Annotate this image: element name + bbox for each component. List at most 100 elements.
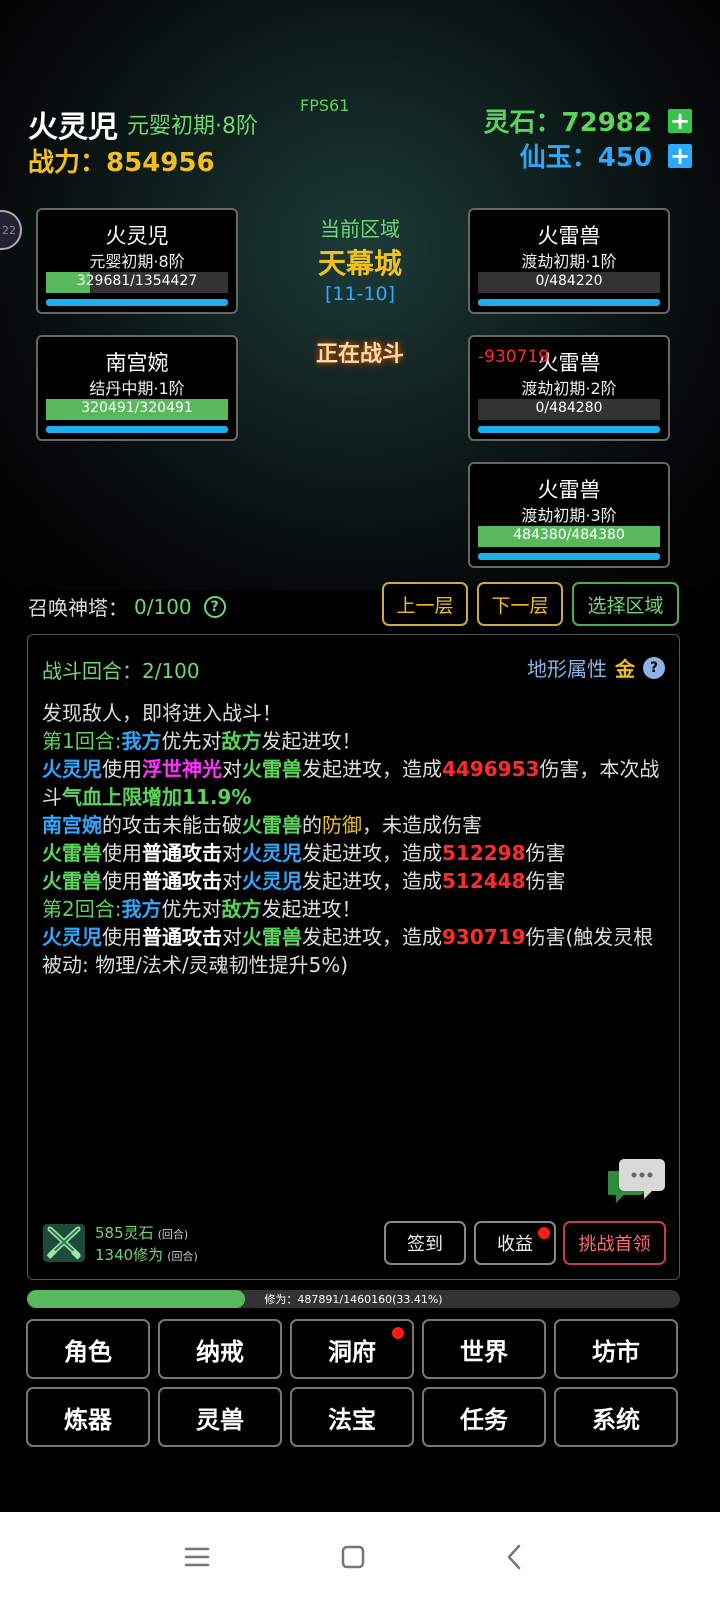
unit-name: 火雷兽 (537, 478, 601, 502)
back-chevron-icon[interactable] (500, 1542, 530, 1572)
log-text: 发起进攻！ (261, 729, 362, 753)
next-floor-button[interactable]: 下一层 (477, 582, 563, 626)
log-target: 火灵児 (242, 841, 302, 865)
ally-card-2[interactable]: 南宫婉 结丹中期·1阶 320491/320491 (36, 335, 238, 441)
unit-realm: 渡劫初期·3阶 (521, 506, 617, 525)
reward-note: (回合) (167, 1250, 198, 1263)
energy-bar (46, 299, 228, 306)
menu-cave-button[interactable]: 洞府 (290, 1319, 414, 1379)
current-zone-code: [11-10] (324, 283, 396, 305)
log-skill: 普通攻击 (142, 841, 222, 865)
hp-text: 484380/484380 (513, 527, 625, 543)
hp-bar: 0/484220 (478, 272, 660, 293)
hp-bar: 329681/1354427 (46, 272, 228, 293)
log-side: 敌方 (221, 897, 262, 921)
enemy-card-2[interactable]: 火雷兽 -930719 渡劫初期·2阶 0/484280 (468, 335, 670, 441)
hp-text: 320491/320491 (81, 400, 193, 416)
unit-realm: 元婴初期·8阶 (89, 252, 185, 271)
unit-realm: 渡劫初期·2阶 (521, 379, 617, 398)
help-icon[interactable]: ? (643, 656, 665, 679)
previous-floor-button[interactable]: 上一层 (382, 582, 468, 626)
log-text: 的 (302, 813, 322, 837)
combat-power: 战力：854956 (28, 148, 215, 178)
menu-market-button[interactable]: 坊市 (554, 1319, 678, 1379)
log-skill: 普通攻击 (142, 925, 222, 949)
help-icon[interactable]: ? (203, 595, 226, 618)
log-text: 对 (222, 757, 242, 781)
log-text: 的攻击未能击破 (102, 813, 242, 837)
select-zone-button[interactable]: 选择区域 (572, 582, 679, 626)
menu-spirit-beast-button[interactable]: 灵兽 (158, 1387, 282, 1447)
crossed-swords-icon (43, 1224, 85, 1262)
log-skill: 普通攻击 (142, 869, 222, 893)
log-actor: 火雷兽 (42, 869, 102, 893)
side-bubble-text: 22 (2, 223, 16, 237)
enemy-card-3[interactable]: 火雷兽 渡劫初期·3阶 484380/484380 (468, 462, 670, 568)
energy-bar (478, 553, 660, 560)
log-actor: 火灵児 (42, 757, 102, 781)
plus-icon: + (669, 141, 691, 170)
log-target: 火雷兽 (242, 757, 302, 781)
menu-forge-button[interactable]: 炼器 (26, 1387, 150, 1447)
log-text: 使用 (102, 757, 142, 781)
menu-quest-button[interactable]: 任务 (422, 1387, 546, 1447)
player-realm: 元婴初期·8阶 (127, 114, 258, 139)
add-immortal-jade-button[interactable]: + (668, 141, 692, 170)
menu-icon[interactable] (182, 1542, 212, 1572)
menu-system-button[interactable]: 系统 (554, 1387, 678, 1447)
fps-counter: FPS61 (300, 96, 350, 115)
log-side: 我方 (121, 897, 162, 921)
hp-text: 0/484220 (535, 273, 603, 289)
battle-status: 正在战斗 (315, 342, 404, 367)
log-damage: 512448 (442, 869, 526, 893)
log-text: 对 (222, 925, 242, 949)
log-text: 发起进攻！ (261, 897, 362, 921)
log-text: 伤害 (525, 869, 566, 893)
hp-bar: 320491/320491 (46, 399, 228, 420)
log-text: 使用 (102, 841, 142, 865)
log-damage: 4496953 (442, 757, 540, 781)
unit-realm: 结丹中期·1阶 (89, 379, 185, 398)
enemy-card-1[interactable]: 火雷兽 渡劫初期·1阶 0/484220 (468, 208, 670, 314)
menu-storage-ring-button[interactable]: 纳戒 (158, 1319, 282, 1379)
terrain-value: 金 (615, 657, 635, 681)
add-spirit-stone-button[interactable]: + (668, 108, 692, 133)
challenge-boss-button[interactable]: 挑战首领 (563, 1221, 666, 1265)
hp-text: 329681/1354427 (76, 273, 198, 289)
log-line: 火灵児使用浮世神光对火雷兽发起进攻，造成4496953伤害，本次战斗气血上限增加… (42, 755, 667, 811)
income-button[interactable]: 收益 (474, 1221, 556, 1265)
notification-dot (392, 1327, 404, 1339)
log-text: 伤害 (525, 841, 566, 865)
spirit-stone-balance: 灵石：72982 + (484, 102, 692, 139)
ally-card-1[interactable]: 火灵児 元婴初期·8阶 329681/1354427 (36, 208, 238, 314)
menu-character-button[interactable]: 角色 (26, 1319, 150, 1379)
log-buff: 气血上限增加11.9% (62, 785, 252, 809)
menu-treasure-button[interactable]: 法宝 (290, 1387, 414, 1447)
notification-dot (538, 1227, 550, 1239)
cultivation-progress-text: 修为：487891/1460160(33.41%) (264, 1293, 443, 1306)
menu-cave-label: 洞府 (328, 1337, 376, 1366)
log-target: 火灵児 (242, 869, 302, 893)
menu-world-button[interactable]: 世界 (422, 1319, 546, 1379)
summon-tower-value: 0/100 (134, 594, 192, 619)
log-target: 火雷兽 (242, 813, 302, 837)
income-button-label: 收益 (497, 1234, 533, 1255)
log-damage: 930719 (442, 925, 526, 949)
terrain-attribute: 地形属性 金 ? (527, 653, 665, 682)
reward-note: (回合) (157, 1228, 189, 1241)
chat-icon[interactable] (608, 1157, 666, 1205)
log-text: ，未造成伤害 (362, 813, 482, 837)
unit-name: 火灵児 (105, 224, 169, 248)
log-actor: 南宫婉 (42, 813, 102, 837)
log-target: 火雷兽 (242, 925, 302, 949)
reward-cultivation: 1340修为 (95, 1246, 164, 1264)
battle-log-panel: 战斗回合：2/100 地形属性 金 ? 发现敌人，即将进入战斗！ 第1回合:我方… (27, 634, 680, 1280)
log-side: 我方 (121, 729, 162, 753)
energy-bar (478, 299, 660, 306)
home-square-icon[interactable] (338, 1542, 368, 1572)
log-text: 发起进攻，造成 (302, 869, 442, 893)
log-line: 南宫婉的攻击未能击破火雷兽的防御，未造成伤害 (42, 811, 667, 839)
log-actor: 火灵児 (42, 925, 102, 949)
log-text: 优先对 (161, 729, 222, 753)
sign-in-button[interactable]: 签到 (384, 1221, 466, 1265)
